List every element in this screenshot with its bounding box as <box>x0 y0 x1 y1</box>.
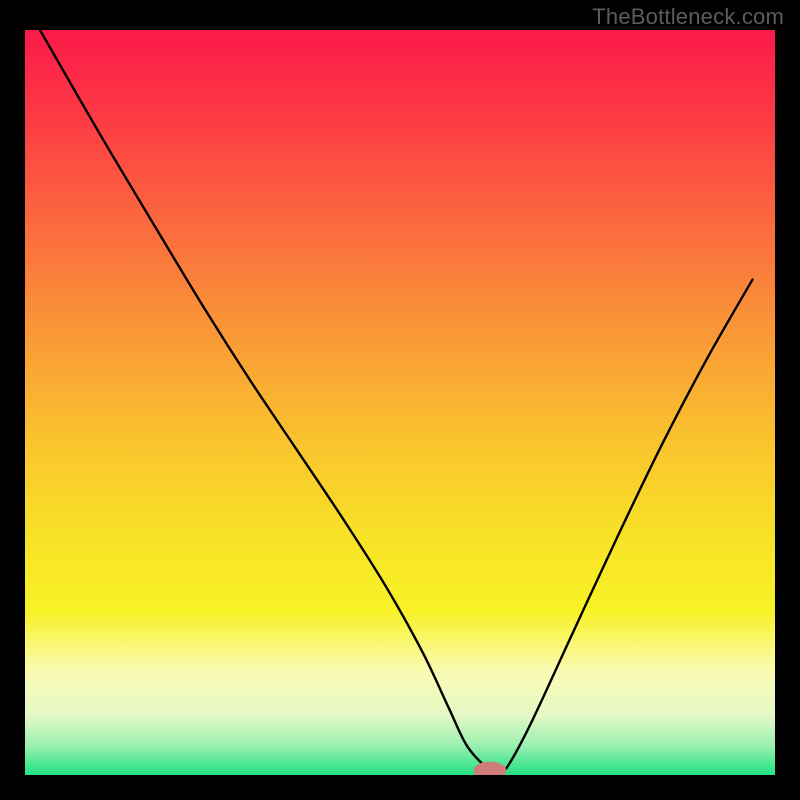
bottleneck-chart <box>25 30 775 775</box>
plot-background <box>25 30 775 775</box>
watermark-text: TheBottleneck.com <box>592 4 784 30</box>
chart-frame: TheBottleneck.com <box>0 0 800 800</box>
